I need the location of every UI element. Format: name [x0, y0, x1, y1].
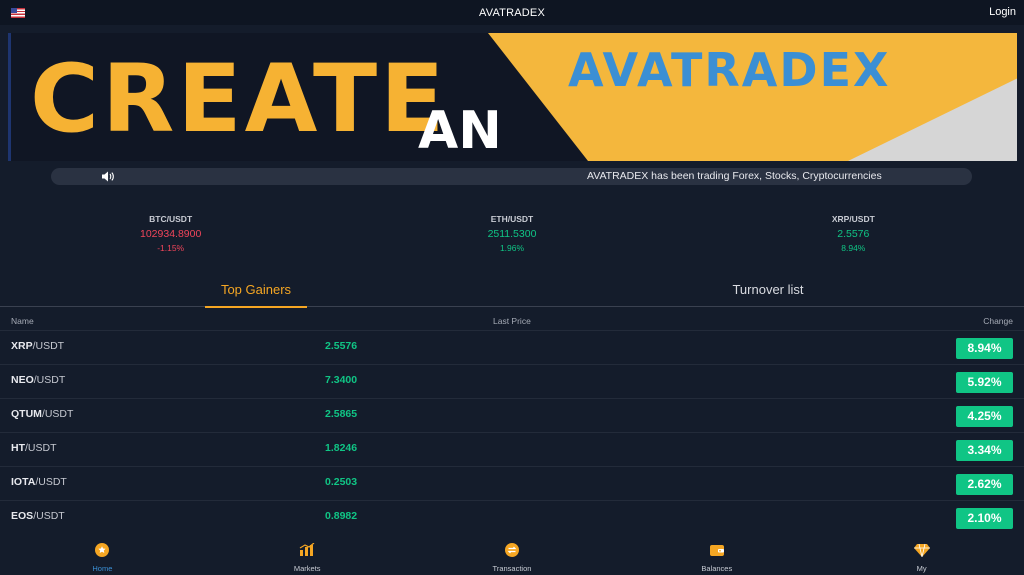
table-row[interactable]: IOTA/USDT 0.2503 2.62% [0, 466, 1024, 500]
nav-label: Markets [293, 564, 321, 573]
nav-label: Transaction [492, 564, 532, 573]
row-quote: /USDT [33, 510, 65, 522]
promo-banner[interactable]: CREATE AN AVATRADEX [8, 33, 1017, 161]
table-row[interactable]: NEO/USDT 7.3400 5.92% [0, 364, 1024, 398]
pair-symbol: XRP/USDT [831, 214, 875, 224]
row-base: EOS [11, 510, 34, 522]
announcement-ticker[interactable]: AVATRADEX has been trading Forex, Stocks… [51, 168, 972, 185]
pair-price: 2511.5300 [487, 228, 537, 240]
pair-change: 1.96% [499, 243, 525, 253]
home-icon [94, 543, 110, 557]
column-change: Change [983, 316, 1013, 326]
banner-brand: AVATRADEX [568, 43, 891, 97]
pair-price: 102934.8900 [140, 228, 202, 240]
row-last-price: 7.3400 [325, 374, 358, 386]
change-badge: 2.10% [956, 508, 1013, 529]
row-base: XRP [11, 340, 33, 352]
diamond-icon [913, 543, 930, 558]
pair-symbol: BTC/USDT [149, 214, 193, 224]
row-quote: /USDT [33, 374, 66, 386]
row-last-price: 1.8246 [325, 442, 358, 454]
column-last-price: Last Price [493, 316, 531, 326]
row-base: HT [11, 442, 25, 454]
banner-headline-2: AN [418, 101, 502, 161]
wallet-icon [709, 543, 725, 557]
ticker-message: AVATRADEX has been trading Forex, Stocks… [587, 170, 882, 182]
market-summary: BTC/USDT 102934.8900 -1.15% ETH/USDT 251… [0, 208, 1024, 258]
table-row[interactable]: XRP/USDT 2.5576 8.94% [0, 330, 1024, 364]
pair-change: -1.15% [157, 243, 185, 253]
transaction-icon [504, 543, 520, 557]
pair-symbol: ETH/USDT [490, 214, 534, 224]
top-header: AVATRADEX Login [0, 0, 1024, 25]
us-flag-icon[interactable] [11, 8, 25, 18]
row-base: NEO [11, 374, 34, 386]
gainers-table: XRP/USDT 2.5576 8.94% NEO/USDT 7.3400 5.… [0, 330, 1024, 534]
nav-markets[interactable]: Markets [205, 537, 410, 575]
pair-card-btc[interactable]: BTC/USDT 102934.8900 -1.15% [0, 208, 341, 258]
banner-headline: CREATE [30, 45, 448, 154]
table-row[interactable]: HT/USDT 1.8246 3.34% [0, 432, 1024, 466]
nav-balances[interactable]: Balances [614, 537, 819, 575]
table-row[interactable]: EOS/USDT 0.8982 2.10% [0, 500, 1024, 534]
change-badge: 5.92% [956, 372, 1013, 393]
row-last-price: 0.8982 [325, 510, 358, 522]
row-quote: /USDT [35, 476, 67, 488]
table-row[interactable]: QTUM/USDT 2.5865 4.25% [0, 398, 1024, 432]
change-badge: 4.25% [956, 406, 1013, 427]
row-last-price: 2.5865 [325, 408, 358, 420]
login-button[interactable]: Login [989, 6, 1016, 18]
row-quote: /USDT [41, 408, 74, 420]
change-badge: 2.62% [956, 474, 1013, 495]
markets-icon [299, 542, 315, 557]
nav-my[interactable]: My [819, 537, 1024, 575]
list-tabs: Top Gainers Turnover list [0, 278, 1024, 308]
row-last-price: 2.5576 [325, 340, 358, 352]
column-name: Name [11, 316, 34, 326]
pair-price: 2.5576 [837, 228, 870, 240]
tab-top-gainers[interactable]: Top Gainers [205, 282, 307, 308]
pair-change: 8.94% [841, 243, 866, 253]
row-last-price: 0.2503 [325, 476, 358, 488]
pair-card-xrp[interactable]: XRP/USDT 2.5576 8.94% [683, 208, 1024, 258]
bottom-navigation: Home Markets Transaction Balances My [0, 537, 1024, 575]
row-quote: /USDT [25, 442, 57, 454]
nav-home[interactable]: Home [0, 537, 205, 575]
speaker-icon [101, 170, 115, 183]
tab-turnover-list[interactable]: Turnover list [717, 282, 819, 297]
row-base: QTUM [11, 408, 42, 420]
table-header: Name Last Price Change [0, 313, 1024, 331]
row-quote: /USDT [32, 340, 65, 352]
nav-transaction[interactable]: Transaction [410, 537, 615, 575]
nav-label: Home [92, 564, 113, 573]
row-base: IOTA [11, 476, 36, 488]
nav-label: Balances [701, 564, 733, 573]
change-badge: 8.94% [956, 338, 1013, 359]
nav-label: My [916, 564, 927, 573]
change-badge: 3.34% [956, 440, 1013, 461]
pair-card-eth[interactable]: ETH/USDT 2511.5300 1.96% [341, 208, 682, 258]
app-title: AVATRADEX [479, 6, 545, 19]
